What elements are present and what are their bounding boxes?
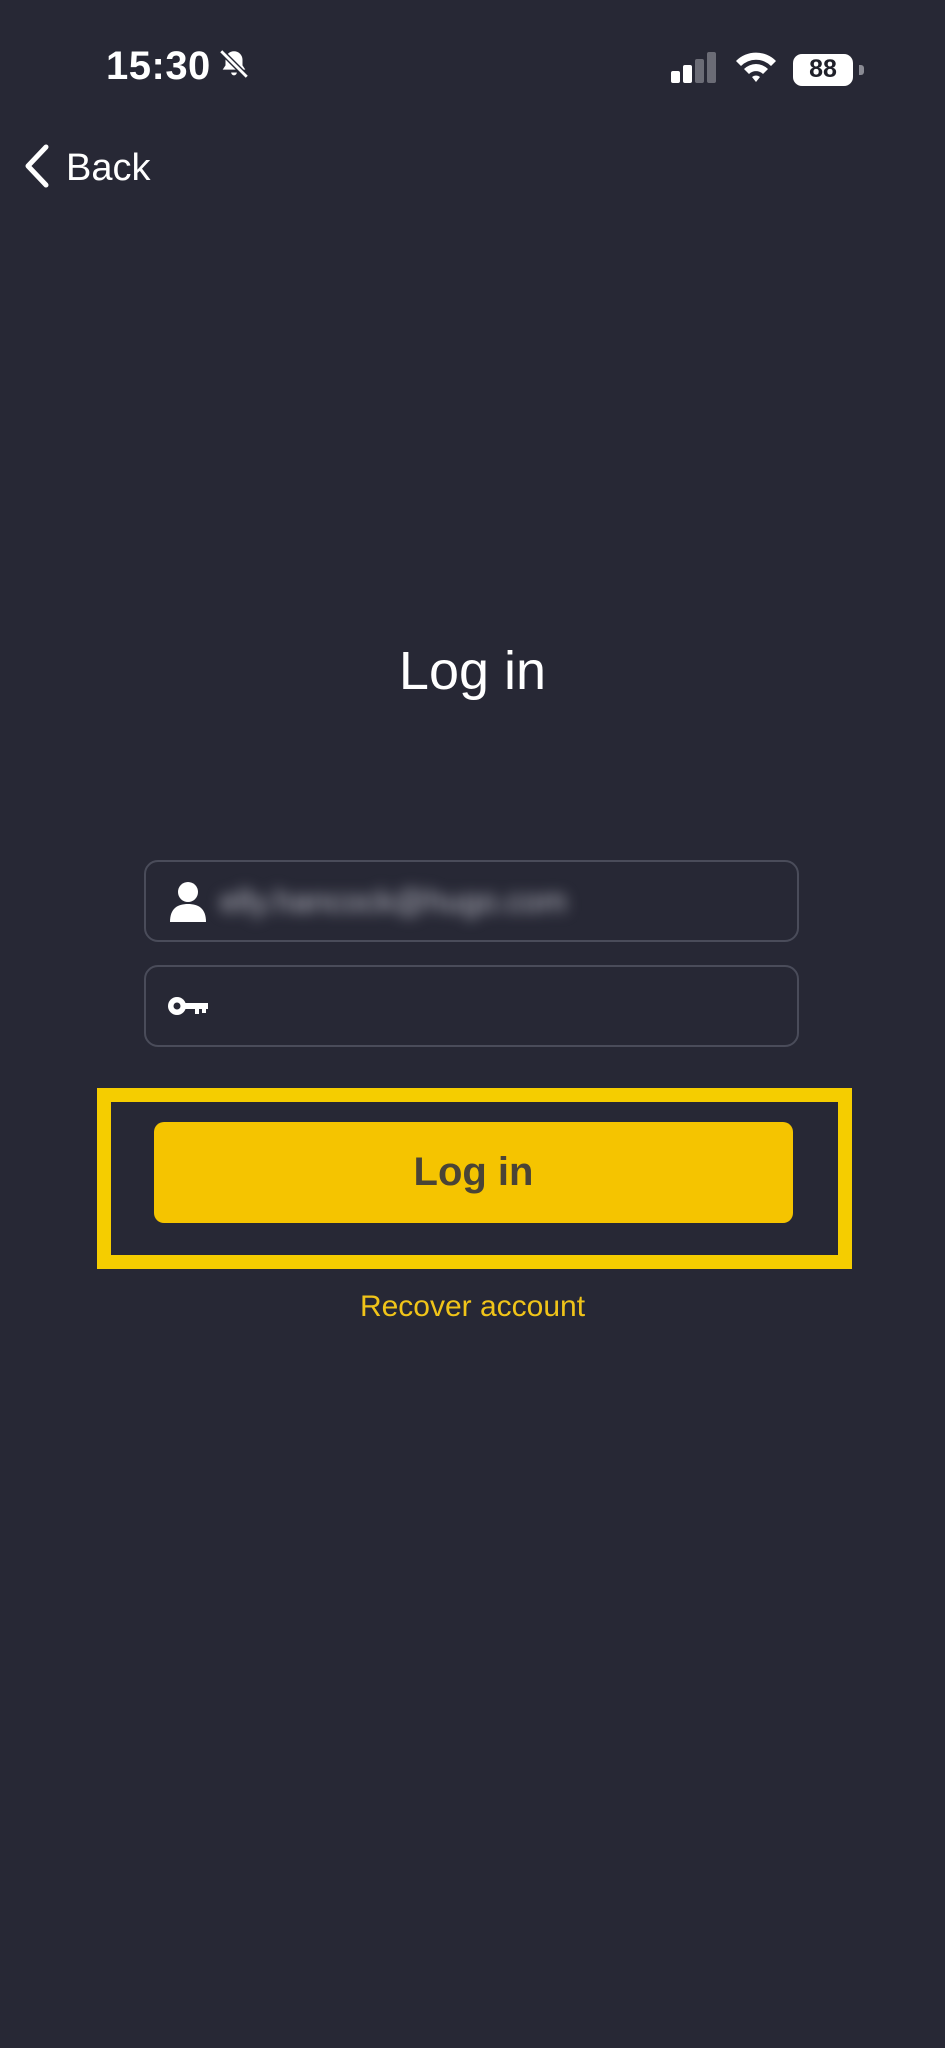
- username-field[interactable]: [144, 860, 799, 942]
- password-field[interactable]: [144, 965, 799, 1047]
- password-input[interactable]: [220, 967, 797, 1045]
- wifi-icon: [733, 50, 779, 89]
- page-title: Log in: [398, 641, 547, 701]
- username-input[interactable]: [220, 862, 797, 940]
- key-icon: [146, 967, 220, 1045]
- back-label: Back: [66, 146, 151, 189]
- user-icon: [146, 862, 220, 940]
- login-screen: 15:30 88 Back Log in elly.hancock@hugo.c…: [0, 0, 945, 2048]
- battery-tip: [859, 64, 864, 75]
- status-time-group: 15:30: [106, 44, 251, 89]
- bell-slash-icon: [217, 47, 251, 86]
- status-bar: 15:30 88: [0, 0, 945, 140]
- battery-level: 88: [793, 53, 853, 86]
- status-indicators: 88: [669, 50, 864, 89]
- battery-icon: 88: [793, 53, 864, 86]
- recover-account-link[interactable]: Recover account: [0, 1290, 945, 1324]
- back-button[interactable]: Back: [22, 140, 150, 196]
- chevron-left-icon: [22, 143, 52, 194]
- cellular-signal-icon: [669, 51, 719, 88]
- login-button[interactable]: Log in: [154, 1122, 793, 1223]
- status-time: 15:30: [106, 44, 211, 88]
